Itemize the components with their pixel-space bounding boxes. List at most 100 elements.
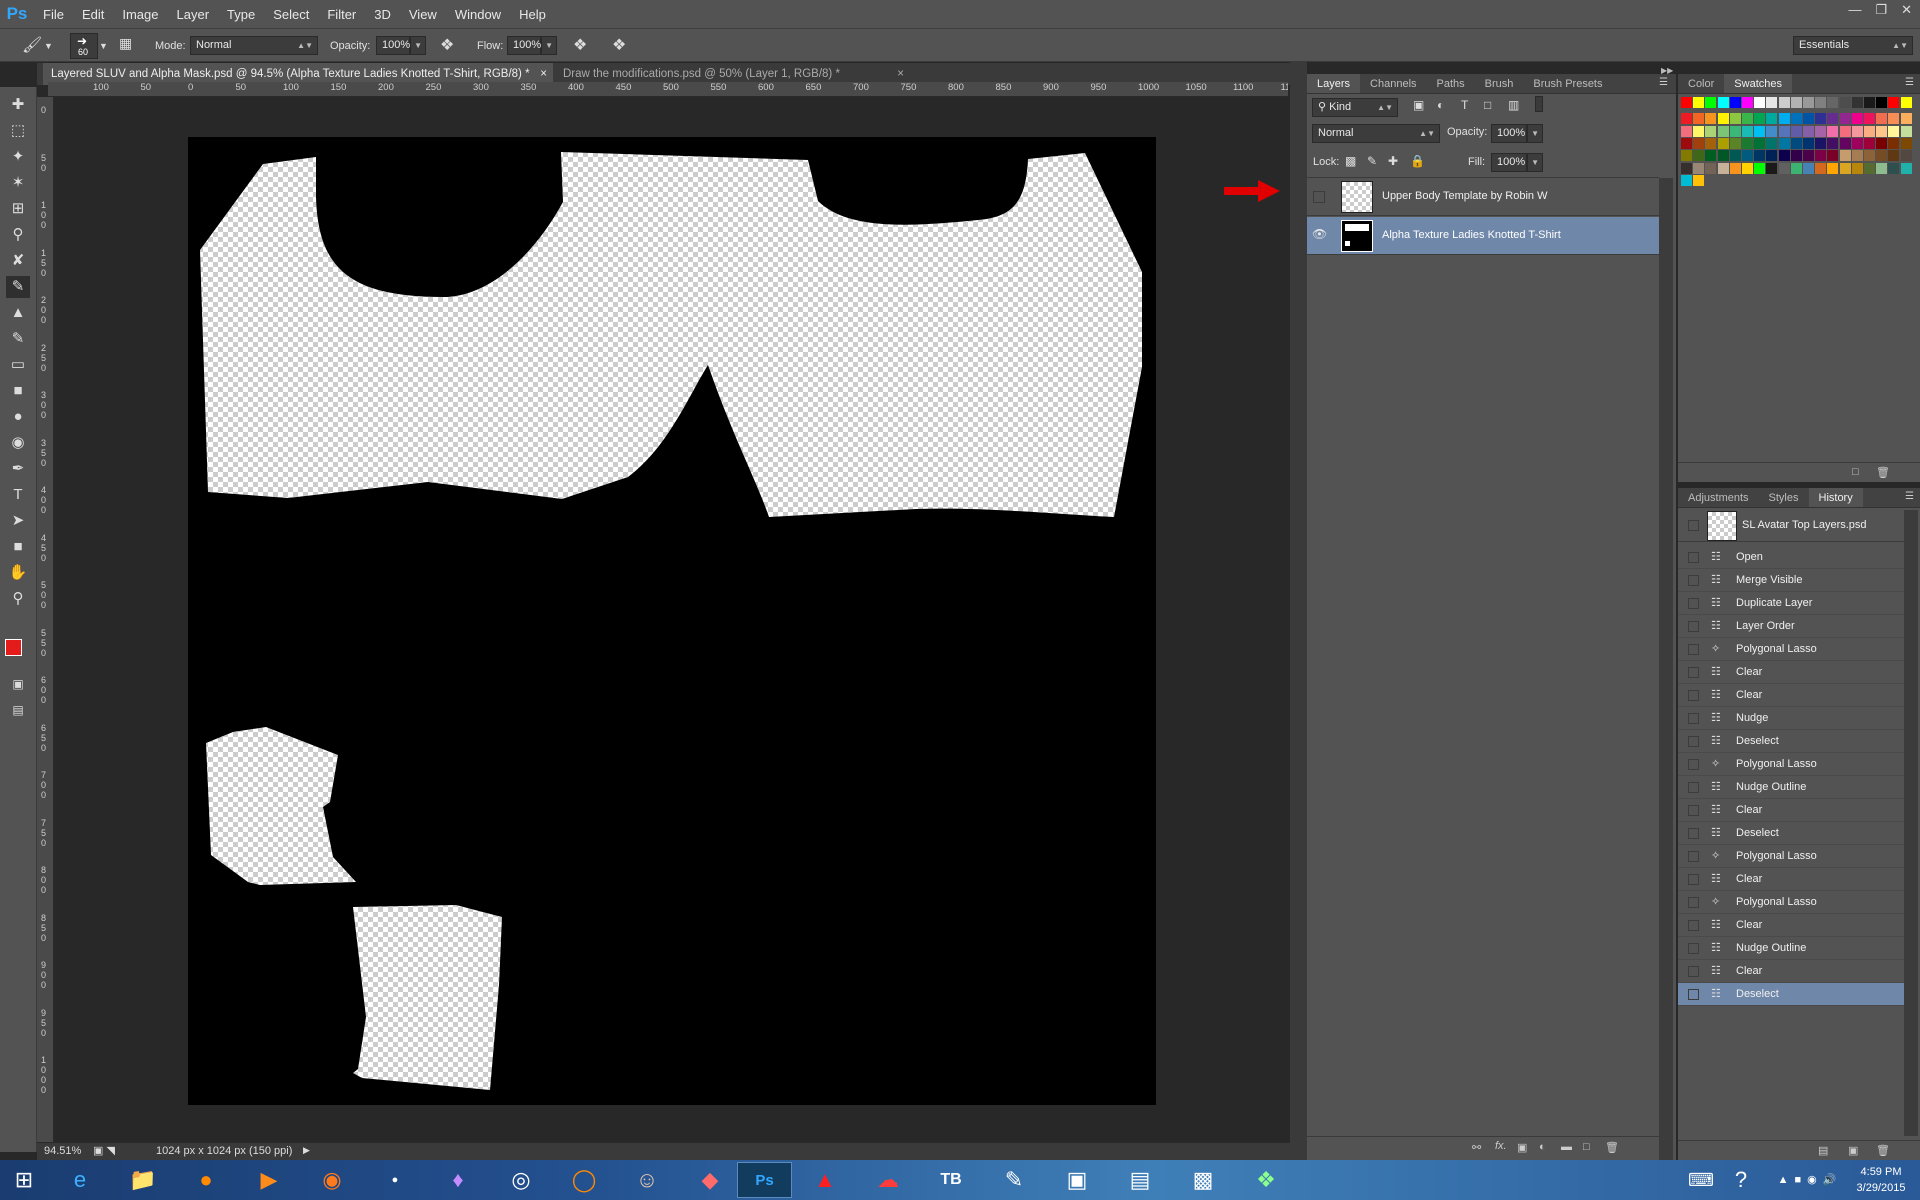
color-swatch[interactable] bbox=[1681, 113, 1692, 125]
color-swatch[interactable] bbox=[1900, 162, 1912, 174]
history-brush-source[interactable] bbox=[1688, 920, 1699, 931]
gimp-icon[interactable]: ◎ bbox=[496, 1162, 546, 1198]
menu-select[interactable]: Select bbox=[264, 7, 318, 22]
color-swatch[interactable] bbox=[1717, 97, 1729, 108]
color-swatch[interactable] bbox=[1851, 137, 1863, 149]
color-swatch[interactable] bbox=[1851, 125, 1863, 137]
color-swatch[interactable] bbox=[1827, 150, 1839, 162]
eraser-tool-icon[interactable]: ▭ bbox=[6, 354, 30, 376]
color-swatch[interactable] bbox=[1754, 150, 1766, 162]
color-swatch[interactable] bbox=[1742, 125, 1753, 137]
color-swatch[interactable] bbox=[1754, 125, 1766, 137]
history-item[interactable]: ☷ Deselect bbox=[1678, 983, 1904, 1006]
visibility-toggle[interactable] bbox=[1313, 191, 1325, 203]
color-swatch[interactable] bbox=[1778, 150, 1790, 162]
brush-preset-picker[interactable]: ➜ 60 bbox=[70, 33, 98, 59]
file-explorer-icon[interactable]: 📁 bbox=[118, 1162, 168, 1198]
color-swatch[interactable] bbox=[1766, 137, 1778, 149]
color-swatch[interactable] bbox=[1790, 162, 1802, 174]
color-swatch[interactable] bbox=[1839, 137, 1851, 149]
history-brush-source[interactable] bbox=[1688, 713, 1699, 724]
layer-opacity-dropdown[interactable]: ▼ bbox=[1527, 124, 1543, 143]
history-item[interactable]: ☷ Clear bbox=[1678, 868, 1904, 891]
app-icon-6[interactable]: ✎ bbox=[989, 1162, 1039, 1198]
color-swatch[interactable] bbox=[1681, 125, 1692, 137]
color-swatch[interactable] bbox=[1803, 150, 1814, 162]
history-item[interactable]: ☷ Clear bbox=[1678, 684, 1904, 707]
app-icon-7[interactable]: ▣ bbox=[1052, 1162, 1102, 1198]
color-swatch[interactable] bbox=[1876, 125, 1888, 137]
history-brush-source[interactable] bbox=[1688, 966, 1699, 977]
menu-filter[interactable]: Filter bbox=[318, 7, 365, 22]
color-swatch[interactable] bbox=[1766, 125, 1778, 137]
layer-row-upper-body-template[interactable]: Upper Body Template by Robin W bbox=[1307, 178, 1659, 216]
color-swatch[interactable] bbox=[1729, 162, 1741, 174]
color-swatch[interactable] bbox=[1729, 137, 1741, 149]
color-swatch[interactable] bbox=[1803, 125, 1814, 137]
color-swatch[interactable] bbox=[1839, 125, 1851, 137]
tab-layers[interactable]: Layers bbox=[1307, 74, 1361, 93]
history-brush-source[interactable] bbox=[1688, 736, 1699, 747]
lock-position-icon[interactable]: ✚ bbox=[1388, 154, 1398, 168]
tab-brush-presets[interactable]: Brush Presets bbox=[1523, 74, 1612, 93]
color-swatch[interactable] bbox=[1888, 150, 1900, 162]
app-icon-8[interactable]: ▤ bbox=[1115, 1162, 1165, 1198]
color-swatch[interactable] bbox=[1778, 125, 1790, 137]
healing-brush-icon[interactable]: ✘ bbox=[6, 250, 30, 272]
layer-row-alpha-texture[interactable]: 👁 Alpha Texture Ladies Knotted T-Shirt bbox=[1307, 217, 1659, 255]
color-swatch[interactable] bbox=[1803, 97, 1814, 108]
history-item[interactable]: ☷ Nudge bbox=[1678, 707, 1904, 730]
history-brush-source[interactable] bbox=[1688, 575, 1699, 586]
color-swatch[interactable] bbox=[1766, 97, 1778, 108]
tab-adjustments[interactable]: Adjustments bbox=[1678, 488, 1759, 507]
color-swatch[interactable] bbox=[1851, 150, 1863, 162]
color-swatch[interactable] bbox=[1790, 150, 1802, 162]
foreground-color-swatch[interactable] bbox=[5, 639, 22, 656]
history-scrollbar[interactable] bbox=[1904, 510, 1918, 1136]
screen-mode-icon[interactable]: ▤ bbox=[6, 699, 30, 721]
eyedropper-icon[interactable]: ⚲ bbox=[6, 224, 30, 246]
menu-3d[interactable]: 3D bbox=[365, 7, 400, 22]
tab-history[interactable]: History bbox=[1808, 488, 1863, 507]
color-swatch[interactable] bbox=[1693, 150, 1705, 162]
color-swatch[interactable] bbox=[1754, 113, 1766, 125]
app-icon-1[interactable]: ● bbox=[181, 1162, 231, 1198]
path-selection-icon[interactable]: ➤ bbox=[6, 510, 30, 532]
color-swatch[interactable] bbox=[1693, 125, 1705, 137]
swatch-grid[interactable] bbox=[1681, 97, 1913, 297]
history-item[interactable]: ✧ Polygonal Lasso bbox=[1678, 891, 1904, 914]
color-swatch[interactable] bbox=[1729, 97, 1741, 108]
filter-toggle[interactable] bbox=[1535, 96, 1543, 112]
snapshot-source-box[interactable] bbox=[1688, 520, 1699, 531]
opacity-dropdown[interactable]: ▼ bbox=[410, 36, 426, 55]
color-swatch[interactable] bbox=[1681, 162, 1692, 174]
color-swatch[interactable] bbox=[1790, 125, 1802, 137]
color-swatch[interactable] bbox=[1742, 150, 1753, 162]
history-brush-icon[interactable]: ✎ bbox=[6, 328, 30, 350]
menu-layer[interactable]: Layer bbox=[168, 7, 219, 22]
color-swatch[interactable] bbox=[1742, 113, 1753, 125]
minimize-icon[interactable]: — bbox=[1848, 2, 1861, 18]
camera-icon[interactable]: ▣ bbox=[1848, 1144, 1858, 1157]
airbrush-icon[interactable]: ❖ bbox=[573, 35, 587, 55]
chevron-down-icon[interactable]: ▼ bbox=[44, 41, 53, 51]
history-item[interactable]: ☷ Open bbox=[1678, 546, 1904, 569]
filter-adjustment-icon[interactable]: ◐ bbox=[1437, 98, 1444, 112]
panel-menu-icon[interactable]: ☰ bbox=[1905, 491, 1914, 502]
color-swatch[interactable] bbox=[1864, 150, 1875, 162]
trash-icon[interactable]: 🗑 bbox=[1876, 466, 1890, 479]
history-brush-source[interactable] bbox=[1688, 667, 1699, 678]
history-item[interactable]: ☷ Nudge Outline bbox=[1678, 937, 1904, 960]
history-brush-source[interactable] bbox=[1688, 989, 1699, 1000]
layers-scrollbar[interactable] bbox=[1659, 178, 1673, 1160]
color-swatch[interactable] bbox=[1729, 150, 1741, 162]
fx-icon[interactable]: fx. bbox=[1495, 1140, 1507, 1152]
color-swatch[interactable] bbox=[1900, 125, 1912, 137]
color-swatch[interactable] bbox=[1888, 125, 1900, 137]
history-item[interactable]: ✧ Polygonal Lasso bbox=[1678, 753, 1904, 776]
color-swatch[interactable] bbox=[1729, 113, 1741, 125]
crop-tool-icon[interactable]: ⊞ bbox=[6, 198, 30, 220]
filter-pixel-icon[interactable]: ▣ bbox=[1413, 98, 1424, 112]
color-swatch[interactable] bbox=[1693, 113, 1705, 125]
new-document-icon[interactable]: ▤ bbox=[1818, 1144, 1828, 1157]
